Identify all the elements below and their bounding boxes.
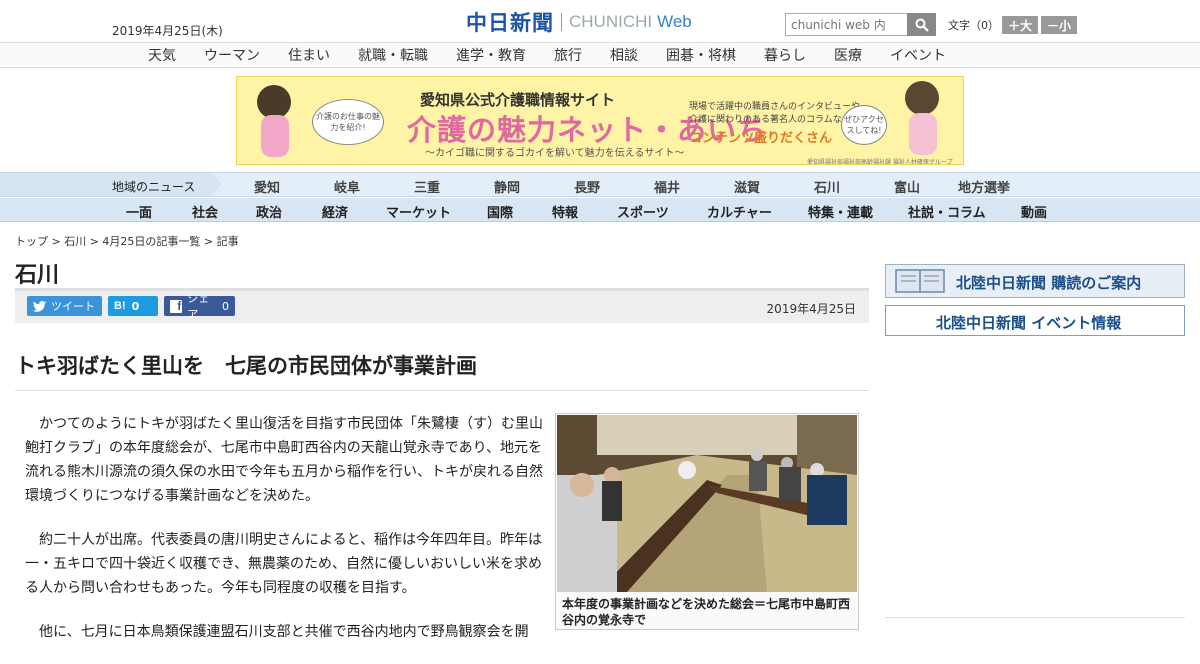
main-nav: 一面 社会 政治 経済 マーケット 国際 特報 スポーツ カルチャー 特集・連載… bbox=[0, 198, 1200, 222]
logo-divider bbox=[561, 13, 562, 31]
banner-bubble-left: 介護のお仕事の魅力を紹介! bbox=[312, 99, 384, 145]
regional-nav: 地域のニュース 愛知 岐阜 三重 静岡 長野 福井 滋賀 石川 富山 地方選挙 bbox=[0, 172, 1200, 197]
regional-nav-item[interactable]: 地方選挙 bbox=[958, 177, 1010, 196]
category-nav-item[interactable]: 相談 bbox=[610, 45, 638, 65]
font-larger-button[interactable]: ＋大 bbox=[1002, 16, 1038, 34]
regional-nav-item[interactable]: 愛知 bbox=[254, 177, 280, 196]
hatena-count: 0 bbox=[131, 299, 140, 313]
main-nav-item[interactable]: マーケット bbox=[386, 202, 451, 221]
sidebar-divider bbox=[885, 617, 1185, 618]
subscription-banner[interactable]: 北陸中日新聞 購読のご案内 bbox=[885, 264, 1185, 298]
main-nav-item[interactable]: 動画 bbox=[1021, 202, 1047, 221]
character-right-body bbox=[909, 113, 937, 155]
main-nav-item[interactable]: 国際 bbox=[487, 202, 513, 221]
facebook-share-label: シェア bbox=[187, 292, 210, 321]
regional-nav-item[interactable]: 滋賀 bbox=[734, 177, 760, 196]
banner-fine-print: 愛知県福祉局福祉部高齢福祉課 福祉人材確保グループ bbox=[807, 159, 953, 165]
logo-jp: 中日新聞 bbox=[466, 10, 554, 35]
font-smaller-button[interactable]: －小 bbox=[1041, 16, 1077, 34]
photo-illustration bbox=[557, 415, 857, 592]
category-nav-item[interactable]: 暮らし bbox=[764, 45, 806, 65]
main-nav-item[interactable]: 社会 bbox=[192, 202, 218, 221]
category-nav-item[interactable]: 医療 bbox=[834, 45, 862, 65]
banner-line3: 〜カイゴ職に関するゴカイを解いて魅力を伝えるサイト〜 bbox=[425, 148, 685, 159]
font-size-label: 文字（0） bbox=[948, 19, 999, 32]
ad-banner[interactable]: 介護のお仕事の魅力を紹介! 愛知県公式介護職情報サイト 介護の魅力ネット・あいち… bbox=[236, 76, 964, 165]
banner-side-text1: 現場で活躍中の職員さんのインタビューや bbox=[689, 102, 861, 112]
share-bar: ツイート B! 0 f シェア 0 2019年4月25日 bbox=[15, 288, 869, 323]
banner-highlight: コンテンツ盛りだくさん bbox=[689, 131, 833, 146]
category-nav-item[interactable]: 旅行 bbox=[554, 45, 582, 65]
regional-nav-item[interactable]: 岐阜 bbox=[334, 177, 360, 196]
facebook-share-count: 0 bbox=[222, 299, 229, 313]
main-nav-item[interactable]: スポーツ bbox=[617, 202, 669, 221]
category-nav-item[interactable]: 就職・転職 bbox=[358, 45, 428, 65]
article-body: かつてのようにトキが羽ばたく里山復活を目指す市民団体「朱鷺棲（す）む里山鮑打クラ… bbox=[25, 412, 545, 664]
facebook-icon: f bbox=[170, 299, 183, 313]
regional-nav-item[interactable]: 長野 bbox=[574, 177, 600, 196]
category-nav-item[interactable]: イベント bbox=[890, 45, 946, 65]
hatena-bookmark-button[interactable]: B! 0 bbox=[108, 296, 158, 316]
category-nav-item[interactable]: 住まい bbox=[288, 45, 330, 65]
search-icon bbox=[915, 18, 929, 32]
article-headline: トキ羽ばたく里山を 七尾の市民団体が事業計画 bbox=[15, 354, 477, 378]
regional-nav-item[interactable]: 三重 bbox=[414, 177, 440, 196]
section-title: 石川 bbox=[15, 263, 60, 288]
hatena-icon: B! bbox=[114, 300, 126, 312]
font-size-control: 文字（0） ＋大 －小 bbox=[948, 16, 1077, 34]
headline-divider bbox=[15, 390, 869, 391]
article-paragraph: かつてのようにトキが羽ばたく里山復活を目指す市民団体「朱鷺棲（す）む里山鮑打クラ… bbox=[25, 416, 543, 504]
category-nav-item[interactable]: 進学・教育 bbox=[456, 45, 526, 65]
meeting-photo bbox=[557, 415, 857, 592]
regional-nav-item[interactable]: 静岡 bbox=[494, 177, 520, 196]
event-info-label: 北陸中日新聞 イベント情報 bbox=[936, 314, 1122, 332]
category-nav-item[interactable]: 囲碁・将棋 bbox=[666, 45, 736, 65]
category-nav-item[interactable]: ウーマン bbox=[204, 45, 260, 65]
tweet-button[interactable]: ツイート bbox=[27, 296, 102, 316]
regional-nav-item[interactable]: 石川 bbox=[814, 177, 840, 196]
logo-web: Web bbox=[657, 12, 692, 31]
regional-nav-item[interactable]: 福井 bbox=[654, 177, 680, 196]
character-left-illustration bbox=[257, 85, 291, 119]
category-nav-item[interactable]: 天気 bbox=[148, 45, 176, 65]
character-right-illustration bbox=[905, 81, 939, 115]
twitter-icon bbox=[33, 300, 46, 312]
banner-side-text: 現場で活躍中の職員さんのインタビューや 介護に関わりのある著名人のコラムなど bbox=[689, 101, 860, 127]
regional-nav-item[interactable]: 富山 bbox=[894, 177, 920, 196]
site-search bbox=[785, 13, 936, 36]
main-nav-item[interactable]: カルチャー bbox=[707, 202, 772, 221]
article-photo[interactable]: 本年度の事業計画などを決めた総会＝七尾市中島町西谷内の覚永寺で bbox=[555, 413, 859, 630]
main-nav-item[interactable]: 社説・コラム bbox=[908, 202, 986, 221]
article-paragraph: 他に、七月に日本鳥類保護連盟石川支部と共催で西谷内地内で野鳥観察会を開 bbox=[39, 624, 529, 640]
search-button[interactable] bbox=[907, 13, 936, 36]
top-header: 2019年4月25日(木) 中日新聞 CHUNICHI Web 文字（0） ＋大… bbox=[0, 0, 1200, 42]
breadcrumb[interactable]: トップ > 石川 > 4月25日の記事一覧 > 記事 bbox=[15, 233, 239, 249]
main-nav-item[interactable]: 特報 bbox=[552, 202, 578, 221]
main-nav-item[interactable]: 政治 bbox=[256, 202, 282, 221]
banner-bubble-right: ぜひアクセスしてね! bbox=[841, 105, 887, 145]
photo-caption: 本年度の事業計画などを決めた総会＝七尾市中島町西谷内の覚永寺で bbox=[562, 597, 851, 627]
main-nav-item[interactable]: 経済 bbox=[322, 202, 348, 221]
category-nav: 天気 ウーマン 住まい 就職・転職 進学・教育 旅行 相談 囲碁・将棋 暮らし … bbox=[0, 42, 1200, 68]
book-icon bbox=[895, 269, 945, 293]
subscription-label: 北陸中日新聞 購読のご案内 bbox=[956, 274, 1142, 292]
tweet-label: ツイート bbox=[51, 300, 95, 313]
article-paragraph: 約二十人が出席。代表委員の唐川明史さんによると、稲作は今年四年目。昨年は一・五キ… bbox=[25, 532, 543, 596]
article-date: 2019年4月25日 bbox=[766, 302, 856, 316]
header-date: 2019年4月25日(木) bbox=[112, 24, 223, 38]
logo-en: CHUNICHI bbox=[569, 12, 653, 31]
main-nav-item[interactable]: 一面 bbox=[126, 202, 152, 221]
event-info-banner[interactable]: 北陸中日新聞 イベント情報 bbox=[885, 305, 1185, 336]
main-nav-item[interactable]: 特集・連載 bbox=[808, 202, 873, 221]
banner-side-text2: 介護に関わりのある著名人のコラムなど bbox=[689, 115, 851, 125]
facebook-share-button[interactable]: f シェア 0 bbox=[164, 292, 235, 321]
regional-nav-label: 地域のニュース bbox=[0, 173, 222, 196]
site-logo[interactable]: 中日新聞 CHUNICHI Web bbox=[466, 9, 692, 35]
character-left-body bbox=[261, 115, 289, 157]
search-input[interactable] bbox=[785, 13, 907, 36]
